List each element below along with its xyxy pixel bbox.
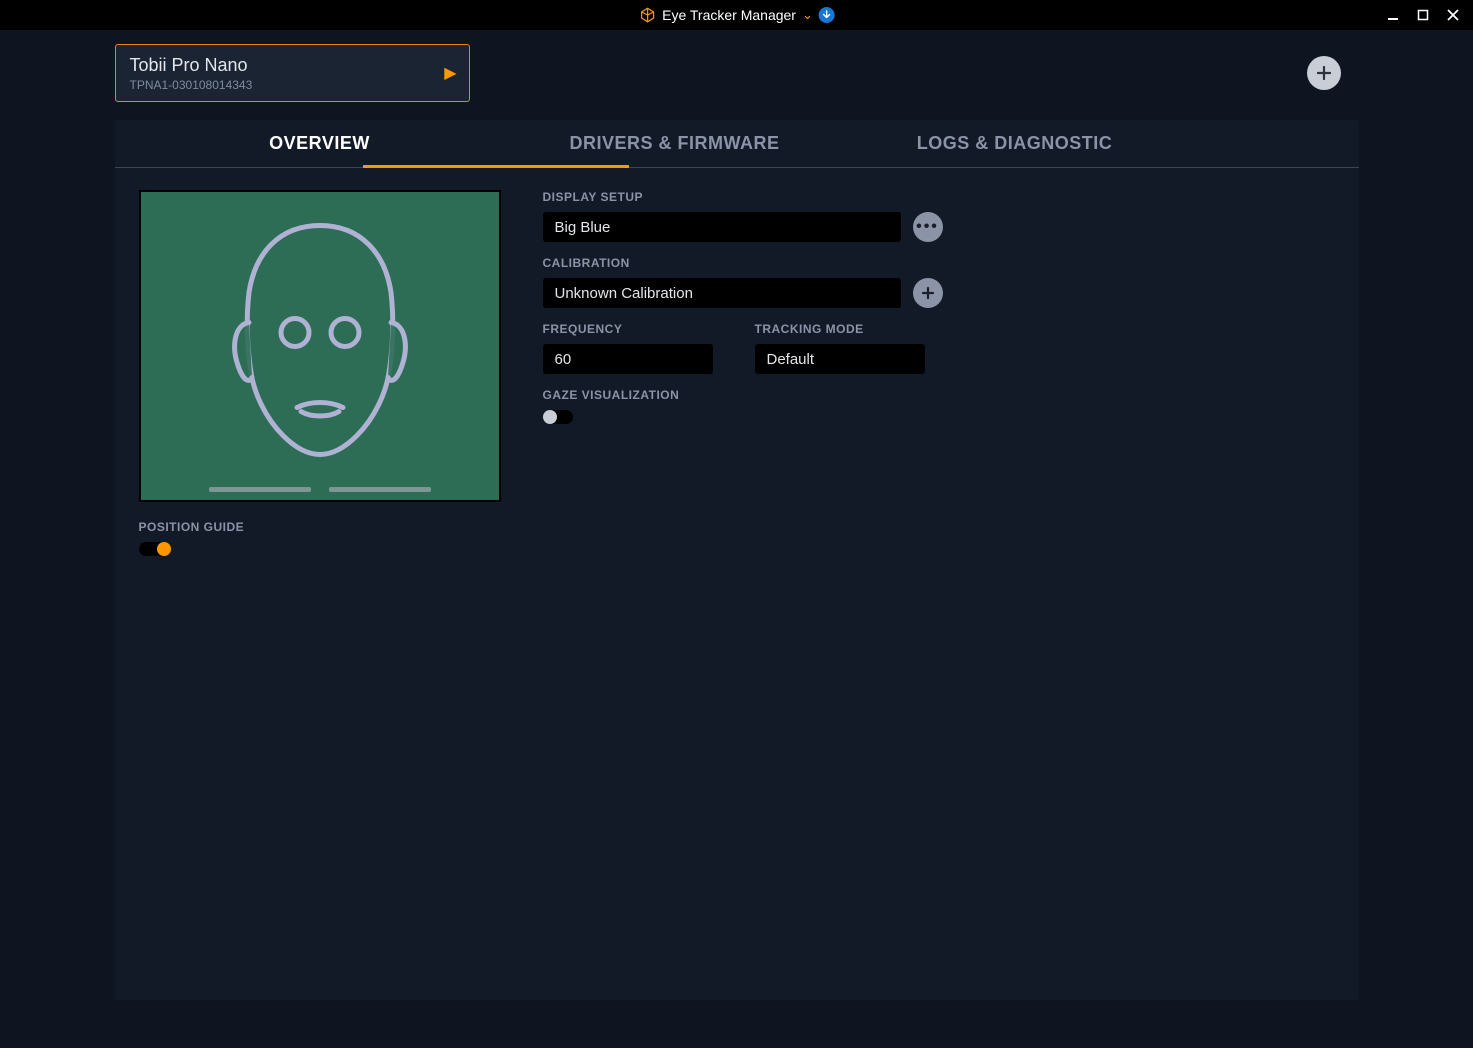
tab-overview-label: OVERVIEW — [269, 133, 370, 154]
plus-icon — [921, 286, 935, 300]
position-guide-toggle[interactable] — [139, 542, 169, 556]
toggle-knob — [157, 542, 171, 556]
close-button[interactable] — [1439, 4, 1467, 26]
tab-drivers-label: DRIVERS & FIRMWARE — [569, 133, 779, 154]
right-column: DISPLAY SETUP Big Blue ••• CALIBRATION U… — [543, 190, 943, 556]
device-card[interactable]: Tobii Pro Nano TPNA1-030108014343 ▶ — [115, 44, 470, 102]
tracking-mode-select[interactable]: Default — [755, 344, 925, 374]
tab-logs-diagnostic[interactable]: LOGS & DIAGNOSTIC — [825, 120, 1205, 167]
add-device-button[interactable] — [1307, 56, 1341, 90]
position-guide-bars — [209, 487, 431, 492]
calibration-value[interactable]: Unknown Calibration — [543, 278, 901, 308]
chevron-down-icon[interactable]: ⌄ — [802, 7, 813, 23]
titlebar-center: Eye Tracker Manager ⌄ — [638, 6, 835, 24]
chevron-right-icon: ▶ — [444, 63, 456, 83]
position-guide-label: POSITION GUIDE — [139, 520, 499, 534]
position-guide-viewport — [139, 190, 501, 502]
frequency-select[interactable]: 60 — [543, 344, 713, 374]
position-bar-right — [329, 487, 431, 492]
main-panel: OVERVIEW DRIVERS & FIRMWARE LOGS & DIAGN… — [115, 120, 1359, 1000]
tab-overview[interactable]: OVERVIEW — [115, 120, 525, 167]
app-title: Eye Tracker Manager — [662, 7, 796, 23]
tab-drivers-firmware[interactable]: DRIVERS & FIRMWARE — [525, 120, 825, 167]
device-serial: TPNA1-030108014343 — [130, 78, 455, 92]
display-setup-label: DISPLAY SETUP — [543, 190, 943, 204]
content-wrap: Tobii Pro Nano TPNA1-030108014343 ▶ OVER… — [115, 30, 1359, 1000]
device-row: Tobii Pro Nano TPNA1-030108014343 ▶ — [115, 44, 1359, 102]
tabs: OVERVIEW DRIVERS & FIRMWARE LOGS & DIAGN… — [115, 120, 1359, 168]
titlebar: Eye Tracker Manager ⌄ — [0, 0, 1473, 30]
window-controls — [1379, 4, 1467, 26]
calibration-label: CALIBRATION — [543, 256, 943, 270]
app-body: Tobii Pro Nano TPNA1-030108014343 ▶ OVER… — [0, 30, 1473, 1048]
panel-body: POSITION GUIDE DISPLAY SETUP Big Blue ••… — [115, 168, 1359, 578]
tab-underline — [363, 165, 629, 168]
head-icon — [225, 217, 415, 462]
left-column: POSITION GUIDE — [139, 190, 499, 556]
tab-logs-label: LOGS & DIAGNOSTIC — [917, 133, 1113, 154]
download-icon[interactable] — [819, 7, 835, 23]
display-setup-value[interactable]: Big Blue — [543, 212, 901, 242]
gaze-viz-toggle[interactable] — [543, 410, 573, 424]
add-calibration-button[interactable] — [913, 278, 943, 308]
tracking-mode-label: TRACKING MODE — [755, 322, 943, 336]
gaze-viz-label: GAZE VISUALIZATION — [543, 388, 943, 402]
display-setup-more-button[interactable]: ••• — [913, 212, 943, 242]
frequency-label: FREQUENCY — [543, 322, 731, 336]
brand-icon — [638, 6, 656, 24]
minimize-button[interactable] — [1379, 4, 1407, 26]
device-name: Tobii Pro Nano — [130, 55, 455, 76]
position-bar-left — [209, 487, 311, 492]
maximize-button[interactable] — [1409, 4, 1437, 26]
toggle-knob — [543, 410, 557, 424]
